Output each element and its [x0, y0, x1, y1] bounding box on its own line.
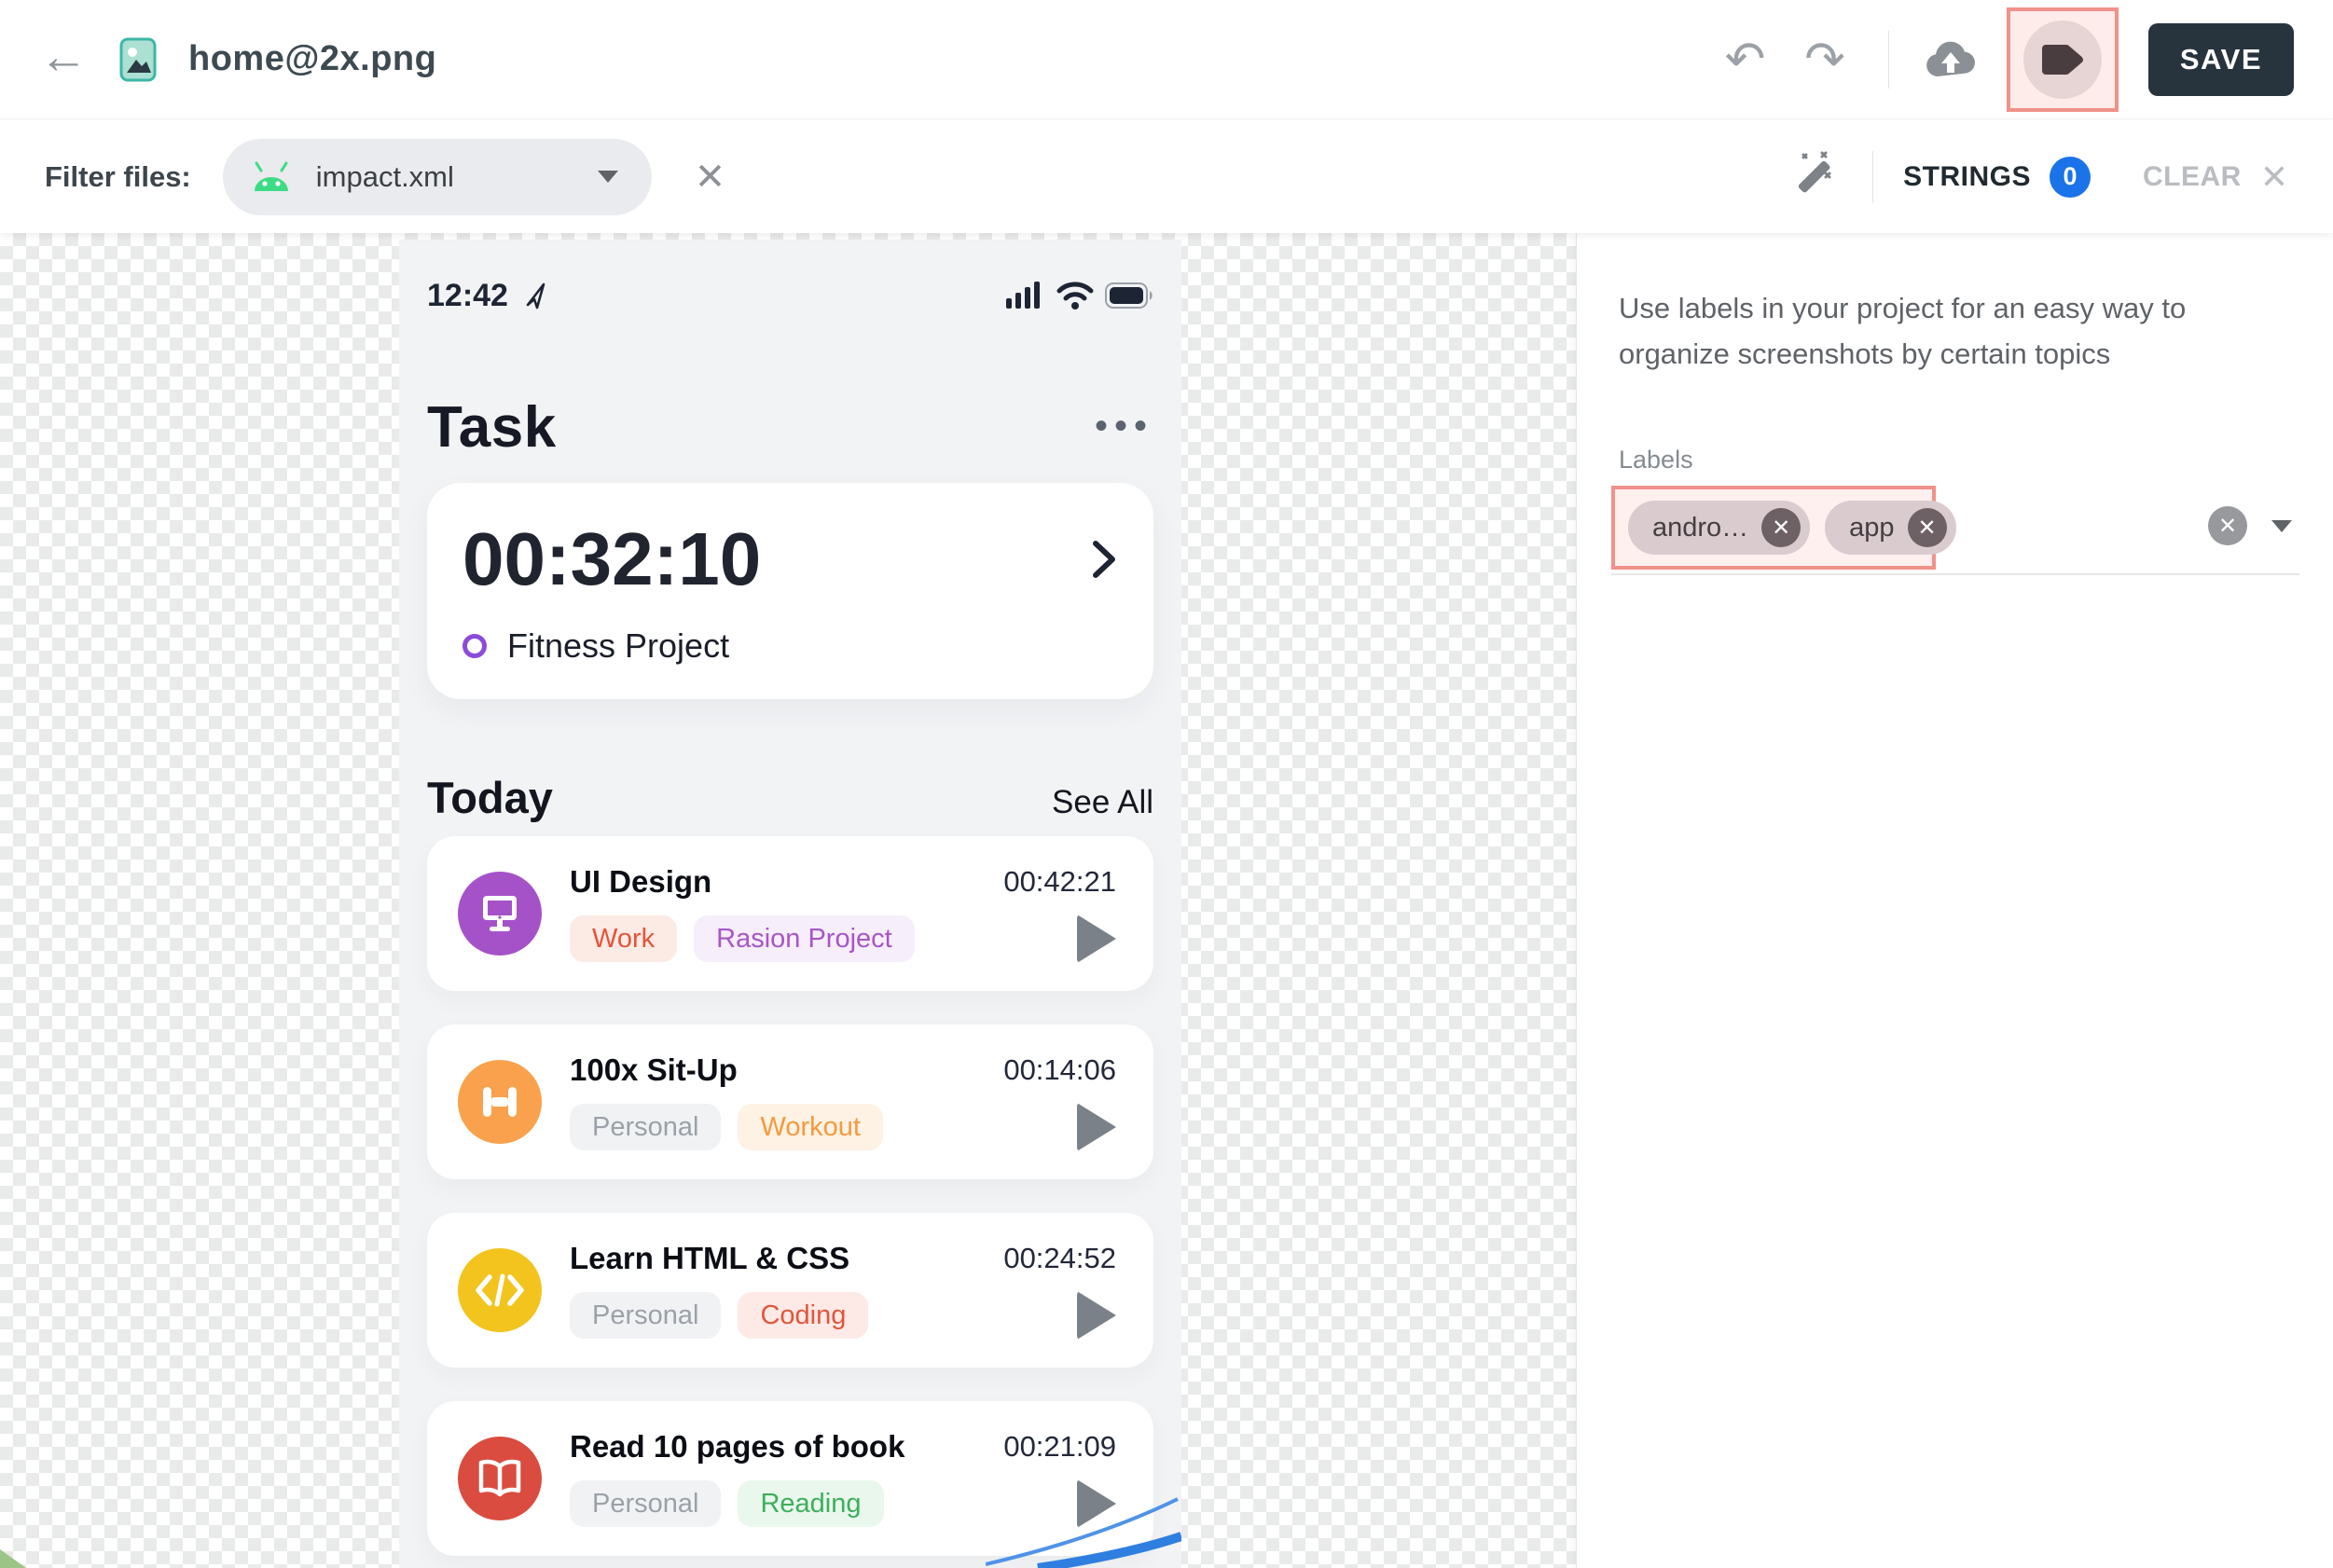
header-left-group: ← home@2x.png [39, 37, 436, 82]
timer-value: 00:32:10 [462, 516, 761, 602]
task-tag: Workout [738, 1104, 882, 1150]
clear-all-labels-icon[interactable]: ✕ [2208, 506, 2247, 545]
back-arrow-icon[interactable]: ← [39, 33, 88, 81]
redo-icon[interactable]: ↷ [1797, 35, 1853, 84]
task-tag: Personal [570, 1480, 721, 1527]
remove-file-filter-icon[interactable]: ✕ [695, 158, 726, 196]
label-chip[interactable]: app ✕ [1825, 501, 1955, 555]
task-time: 00:42:21 [1003, 865, 1116, 899]
filter-divider [1872, 151, 1873, 203]
strings-count-badge: 0 [2050, 157, 2091, 198]
book-icon [458, 1437, 542, 1520]
more-menu-icon[interactable]: ••• [1095, 407, 1153, 445]
cellular-signal-icon [1006, 282, 1045, 309]
header-bar: ← home@2x.png ↶ ↷ [0, 0, 2333, 119]
labels-input-field[interactable]: andro… ✕ app ✕ ✕ [1619, 482, 2299, 575]
task-time: 00:21:09 [1003, 1430, 1116, 1464]
document-title: home@2x.png [188, 39, 436, 79]
labels-button[interactable] [2023, 21, 2102, 99]
play-icon[interactable] [1077, 1103, 1116, 1151]
today-title: Today [427, 772, 553, 823]
chevron-right-icon[interactable] [1092, 540, 1116, 579]
today-section-header: Today See All [427, 772, 1153, 823]
battery-icon [1105, 282, 1153, 309]
screenshot-preview[interactable]: 12:42 [399, 240, 1181, 1568]
task-tag: Personal [570, 1292, 721, 1339]
remove-label-icon[interactable]: ✕ [1761, 508, 1801, 547]
image-file-icon [119, 37, 157, 82]
phone-status-bar: 12:42 [427, 275, 1153, 316]
task-tag: Reading [738, 1480, 883, 1527]
active-timer-card[interactable]: 00:32:10 Fitness Project [427, 483, 1153, 699]
task-tag: Coding [738, 1292, 868, 1339]
filter-bar: Filter files: impact.xml ✕ [0, 120, 2333, 233]
status-bar-icons [1006, 282, 1153, 309]
task-time: 00:24:52 [1003, 1242, 1116, 1275]
task-title: Read 10 pages of book [570, 1429, 904, 1465]
label-chip-text: app [1849, 513, 1894, 543]
phone-header: Task ••• [427, 394, 1153, 461]
undo-icon[interactable]: ↶ [1718, 35, 1774, 84]
field-underline [1611, 573, 2299, 575]
labels-button-highlight [2007, 7, 2119, 112]
task-tag: Work [570, 915, 677, 962]
labels-side-panel: Use labels in your project for an easy w… [1576, 233, 2333, 1568]
upload-cloud-icon[interactable] [1925, 34, 1977, 86]
location-arrow-icon [521, 281, 549, 310]
task-title: Learn HTML & CSS [570, 1241, 849, 1276]
label-chip[interactable]: andro… ✕ [1628, 501, 1810, 555]
task-tag: Rasion Project [694, 915, 915, 962]
header-divider [1888, 31, 1889, 89]
remove-label-icon[interactable]: ✕ [1908, 508, 1947, 547]
corner-artifact-bottom-left [0, 1549, 26, 1568]
task-card[interactable]: UI Design 00:42:21 Work Rasion Project [427, 836, 1153, 991]
code-icon [458, 1248, 542, 1332]
phone-screen-title: Task [427, 394, 557, 461]
see-all-link[interactable]: See All [1052, 784, 1153, 821]
task-title: 100x Sit-Up [570, 1052, 738, 1088]
selected-file-name: impact.xml [316, 160, 560, 194]
file-filter-dropdown[interactable]: impact.xml [223, 139, 652, 215]
screenshot-editor-app: ← home@2x.png ↶ ↷ [0, 0, 2333, 1568]
android-icon [251, 161, 292, 193]
monitor-icon [458, 872, 542, 956]
timer-project-name: Fitness Project [507, 626, 729, 666]
play-icon[interactable] [1077, 1291, 1116, 1340]
clear-x-icon[interactable]: ✕ [2260, 160, 2288, 194]
strings-toggle[interactable]: STRINGS [1903, 161, 2031, 193]
play-icon[interactable] [1077, 915, 1116, 963]
labels-description: Use labels in your project for an easy w… [1619, 285, 2299, 377]
filter-right-group: STRINGS 0 CLEAR ✕ [1783, 147, 2288, 207]
label-tag-icon [2038, 39, 2087, 80]
dumbbell-icon [458, 1060, 542, 1144]
save-button[interactable]: SAVE [2148, 23, 2294, 96]
task-tag: Personal [570, 1104, 721, 1150]
labels-dropdown-caret[interactable] [2271, 520, 2292, 532]
label-chip-text: andro… [1652, 513, 1748, 543]
filter-files-label: Filter files: [45, 160, 191, 194]
project-ring-icon [462, 634, 487, 658]
chevron-down-icon [598, 171, 618, 183]
task-card[interactable]: 100x Sit-Up 00:14:06 Personal Workout [427, 1025, 1153, 1179]
magic-wand-icon[interactable] [1783, 147, 1843, 207]
wave-decoration [986, 1497, 1181, 1568]
labels-caption: Labels [1619, 446, 2299, 475]
task-time: 00:14:06 [1003, 1053, 1116, 1087]
task-title: UI Design [570, 864, 711, 900]
editor-canvas: 12:42 [0, 233, 2333, 1568]
header-right-group: ↶ ↷ SAVE [1718, 0, 2294, 119]
clear-button[interactable]: CLEAR [2143, 161, 2242, 193]
label-chips-highlight: andro… ✕ app ✕ [1611, 486, 1936, 570]
status-bar-time: 12:42 [427, 278, 508, 314]
wifi-icon [1056, 282, 1094, 309]
task-card[interactable]: Learn HTML & CSS 00:24:52 Personal Coding [427, 1213, 1153, 1368]
filter-left-group: Filter files: impact.xml ✕ [45, 139, 725, 215]
timer-project-row: Fitness Project [462, 626, 1116, 666]
task-list: UI Design 00:42:21 Work Rasion Project 10… [427, 836, 1153, 1556]
